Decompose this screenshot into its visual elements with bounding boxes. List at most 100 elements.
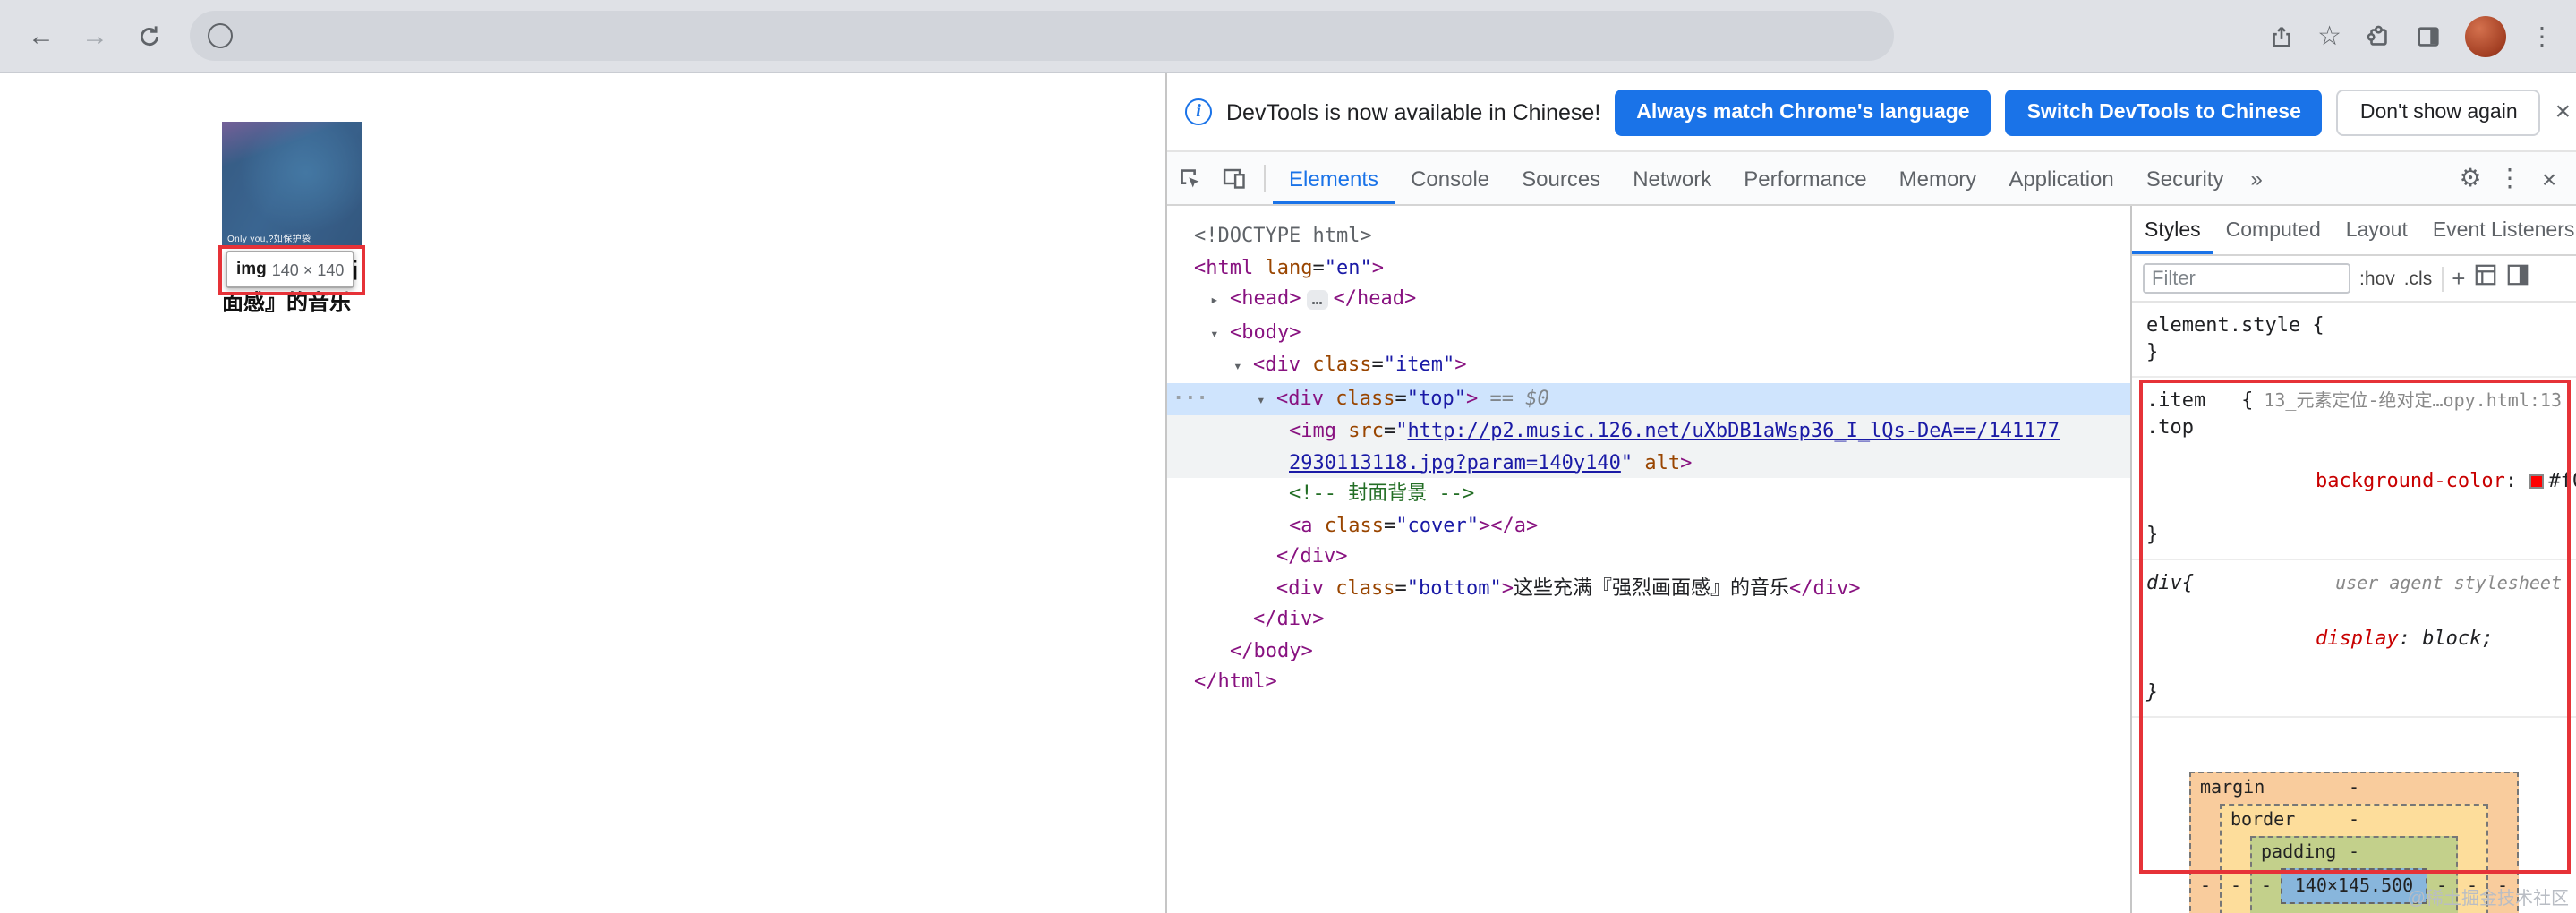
css-selector[interactable]: .item .top <box>2146 387 2241 440</box>
infobar-close-icon[interactable]: × <box>2555 97 2572 127</box>
dom-tree-row[interactable]: </div> <box>1167 603 2130 635</box>
page-text-line2: 面感』的音乐 <box>222 290 352 315</box>
info-icon: i <box>1185 98 1212 125</box>
styles-sidebar: Styles Computed Layout Event Listeners »… <box>2132 206 2576 913</box>
disclosure-arrow-icon[interactable]: ▸ <box>1210 285 1230 316</box>
sidebar-tab-bar: Styles Computed Layout Event Listeners » <box>2132 206 2576 256</box>
resource-link[interactable]: http://p2.music.126.net/uXbDB1aWsp36_I_l… <box>1408 419 2060 442</box>
code-token-punc: = <box>1371 353 1384 376</box>
box-model-content[interactable]: 140×145.500 <box>2281 868 2427 904</box>
address-bar[interactable] <box>190 11 1894 61</box>
profile-avatar[interactable] <box>2465 15 2506 56</box>
color-swatch[interactable] <box>2529 474 2544 489</box>
dom-tree-row[interactable]: <html lang="en"> <box>1167 252 2130 283</box>
disclosure-arrow-icon[interactable]: ▾ <box>1257 384 1276 415</box>
dom-tree-row[interactable]: </body> <box>1167 635 2130 666</box>
css-selector[interactable]: element.style <box>2146 313 2300 337</box>
code-token-val: "top" <box>1406 386 1466 409</box>
dom-tree-row[interactable]: <!DOCTYPE html> <box>1167 220 2130 252</box>
toggle-element-state-button[interactable]: :hov <box>2359 268 2395 289</box>
code-token-attr: alt <box>1633 450 1681 474</box>
dom-tree-row[interactable]: ··· ▾ <div class="top"> == $0 <box>1167 382 2130 415</box>
element-style-section[interactable]: element.style { } <box>2132 303 2576 378</box>
row-menu-icon[interactable]: ··· <box>1173 382 1208 414</box>
devtools-panel: i DevTools is now available in Chinese! … <box>1165 73 2576 913</box>
site-info-icon[interactable] <box>208 23 233 48</box>
inspect-element-icon[interactable] <box>1167 152 1212 204</box>
code-token-attr: src <box>1336 419 1384 442</box>
bookmark-star-icon[interactable]: ☆ <box>2317 20 2341 52</box>
dont-show-again-button[interactable]: Don't show again <box>2336 89 2541 135</box>
code-token-val: " <box>1395 419 1408 442</box>
css-rule-user-agent[interactable]: div { user agent stylesheet display: blo… <box>2132 560 2576 718</box>
css-property-value[interactable]: #f00 <box>2548 469 2576 492</box>
css-rule-item-top[interactable]: .item .top { 13_元素定位-绝对定…opy.html:13 bac… <box>2132 378 2576 560</box>
side-panel-icon[interactable] <box>2415 22 2442 49</box>
computed-sidebar-toggle-icon[interactable] <box>2506 262 2529 294</box>
devtools-body: <!DOCTYPE html> <html lang="en"> ▸ <head>… <… <box>1167 206 2576 913</box>
tab-network[interactable]: Network <box>1616 152 1727 204</box>
extensions-puzzle-icon[interactable] <box>2365 22 2392 49</box>
dom-tree-row[interactable]: 2930113118.jpg?param=140y140" alt> <box>1167 447 2130 478</box>
code-token-attr: class <box>1312 513 1384 536</box>
code-token-tag: </div> <box>1788 576 1861 599</box>
tab-styles[interactable]: Styles <box>2132 206 2213 254</box>
back-icon[interactable]: ← <box>18 13 64 59</box>
disclosure-arrow-icon[interactable]: ▾ <box>1233 351 1253 382</box>
element-classes-button[interactable]: .cls <box>2404 268 2433 289</box>
devtools-infobar: i DevTools is now available in Chinese! … <box>1167 73 2576 152</box>
tab-security[interactable]: Security <box>2130 152 2240 204</box>
devtools-toolbar-right: ⚙ ⋮ × <box>2451 152 2576 204</box>
resource-link[interactable]: 2930113118.jpg?param=140y140 <box>1289 450 1621 474</box>
switch-devtools-chinese-button[interactable]: Switch DevTools to Chinese <box>2005 89 2323 135</box>
tab-computed[interactable]: Computed <box>2213 206 2333 254</box>
css-property-name: display <box>2315 627 2399 650</box>
dom-tree-row[interactable]: ▸ <head>… </head> <box>1167 283 2130 316</box>
settings-gear-icon[interactable]: ⚙ <box>2451 163 2490 193</box>
dom-tree-row[interactable]: </html> <box>1167 666 2130 697</box>
dom-tree-row[interactable]: <!-- 封面背景 --> <box>1167 478 2130 509</box>
dom-tree-row[interactable]: </div> <box>1167 541 2130 572</box>
tab-memory[interactable]: Memory <box>1883 152 1993 204</box>
disclosure-arrow-icon[interactable]: ▾ <box>1210 318 1230 349</box>
css-selector: div <box>2146 571 2182 594</box>
tab-application[interactable]: Application <box>1992 152 2129 204</box>
code-token-punc: = <box>1395 386 1407 409</box>
expand-inline-icon[interactable]: … <box>1306 290 1328 310</box>
layers-icon[interactable] <box>2474 262 2497 294</box>
more-tabs-icon[interactable]: » <box>2239 152 2273 204</box>
tab-layout[interactable]: Layout <box>2333 206 2420 254</box>
tab-elements[interactable]: Elements <box>1273 152 1395 204</box>
dom-tree-row[interactable]: <img src="http://p2.music.126.net/uXbDB1… <box>1167 415 2130 447</box>
code-token-punc: = <box>1384 513 1396 536</box>
tab-performance[interactable]: Performance <box>1727 152 1882 204</box>
styles-filter-input[interactable] <box>2143 263 2350 294</box>
tab-event-listeners[interactable]: Event Listeners <box>2420 206 2576 254</box>
devtools-menu-icon[interactable]: ⋮ <box>2490 163 2529 193</box>
code-token-tag: <div <box>1253 353 1301 376</box>
code-token-tag: </head> <box>1333 286 1417 310</box>
code-token-val: "en" <box>1324 255 1372 278</box>
dom-tree-row[interactable]: <div class="bottom">这些充满『强烈画面感』的音乐</div> <box>1167 572 2130 603</box>
code-token-text: 这些充满『强烈画面感』的音乐 <box>1513 576 1789 599</box>
tab-console[interactable]: Console <box>1395 152 1506 204</box>
share-icon[interactable] <box>2267 22 2294 49</box>
browser-menu-icon[interactable]: ⋮ <box>2529 21 2555 51</box>
album-image[interactable]: Only you,?如保护袋 <box>222 122 362 249</box>
forward-icon[interactable]: → <box>72 13 118 59</box>
code-token-tag: <div <box>1276 576 1324 599</box>
devtools-close-icon[interactable]: × <box>2529 164 2569 192</box>
dom-tree-row[interactable]: <a class="cover"></a> <box>1167 509 2130 541</box>
dom-tree-row[interactable]: ▾ <body> <box>1167 316 2130 349</box>
code-token-tag: <html <box>1194 255 1254 278</box>
code-token-tag: <div <box>1276 386 1324 409</box>
always-match-language-button[interactable]: Always match Chrome's language <box>1615 89 1992 135</box>
device-toolbar-icon[interactable] <box>1212 152 1257 204</box>
dom-tree-row[interactable]: ▾ <div class="item"> <box>1167 349 2130 382</box>
stylesheet-link[interactable]: 13_元素定位-绝对定…opy.html:13 <box>2253 388 2562 415</box>
tab-sources[interactable]: Sources <box>1506 152 1616 204</box>
refresh-icon[interactable] <box>125 13 172 59</box>
code-token-val: " <box>1620 450 1633 474</box>
css-property-name[interactable]: background-color <box>2316 469 2505 492</box>
new-style-rule-icon[interactable]: + <box>2452 267 2465 290</box>
